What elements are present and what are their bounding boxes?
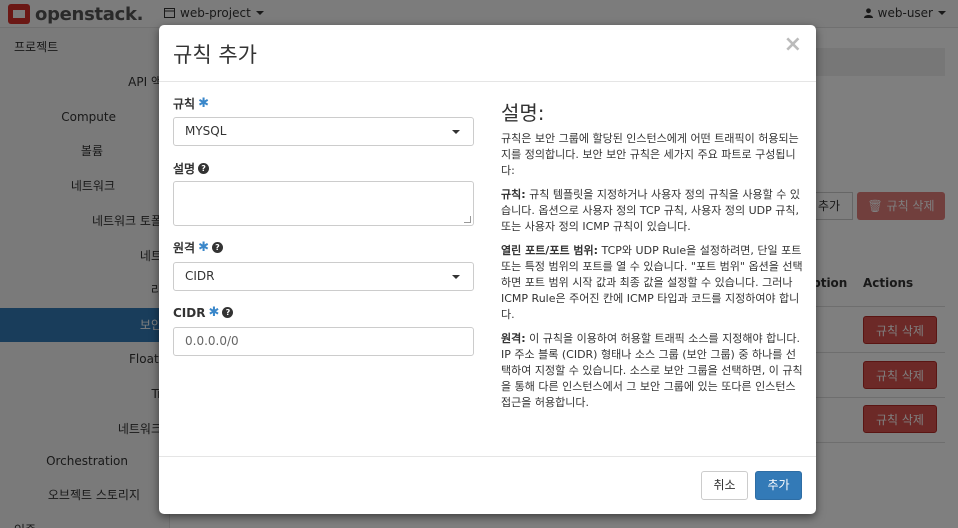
rule-select[interactable]: MYSQL xyxy=(173,117,474,146)
help-panel: 설명: 규칙은 보안 그룹에 할당된 인스턴스에게 어떤 트래픽이 허용되는지를… xyxy=(501,101,804,419)
remote-select[interactable]: CIDR xyxy=(173,262,474,291)
help-icon[interactable]: ? xyxy=(222,307,234,318)
help-icon[interactable]: ? xyxy=(198,163,210,174)
cidr-label-text: CIDR xyxy=(173,305,206,320)
close-icon[interactable]: × xyxy=(784,34,802,56)
help-rule-paragraph: 규칙: 규칙 템플릿을 지정하거나 사용자 정의 규칙을 사용할 수 있습니다.… xyxy=(501,187,804,235)
rule-select-value: MYSQL xyxy=(185,124,227,138)
help-port-heading: 열린 포트/포트 범위: xyxy=(501,244,599,257)
remote-label-text: 원격 xyxy=(173,241,196,255)
modal-footer: 취소 추가 xyxy=(159,456,816,514)
chevron-down-icon xyxy=(452,130,460,134)
required-asterisk-icon: ✱ xyxy=(208,305,220,320)
add-rule-modal: 규칙 추가 × 규칙 ✱ MYSQL 설명 ? 원격 ✱ ? CIDR CIDR… xyxy=(159,25,816,514)
modal-title: 규칙 추가 xyxy=(173,43,257,67)
add-button[interactable]: 추가 xyxy=(755,471,802,500)
help-intro: 규칙은 보안 그룹에 할당된 인스턴스에게 어떤 트래픽이 허용되는지를 정의합… xyxy=(501,132,799,177)
required-asterisk-icon: ✱ xyxy=(198,240,209,255)
help-rule-text: 규칙 템플릿을 지정하거나 사용자 정의 규칙을 사용할 수 있습니다. 옵션으… xyxy=(501,188,800,233)
help-remote-paragraph: 원격: 이 규칙을 이용하여 허용할 트래픽 소스를 지정해야 합니다. IP … xyxy=(501,331,804,411)
remote-label: 원격 ✱ ? xyxy=(173,239,223,256)
help-icon[interactable]: ? xyxy=(212,242,223,253)
help-remote-text: 이 규칙을 이용하여 허용할 트래픽 소스를 지정해야 합니다. IP 주소 블… xyxy=(501,332,803,409)
rule-label-text: 규칙 xyxy=(173,97,196,111)
required-asterisk-icon: ✱ xyxy=(198,96,209,111)
help-title: 설명: xyxy=(501,101,545,125)
description-label: 설명 ? xyxy=(173,160,210,177)
help-remote-heading: 원격: xyxy=(501,332,526,345)
cancel-button[interactable]: 취소 xyxy=(701,471,748,500)
description-textarea[interactable] xyxy=(173,181,474,226)
chevron-down-icon xyxy=(452,275,460,279)
cidr-input[interactable]: 0.0.0.0/0 xyxy=(173,327,474,356)
description-label-text: 설명 xyxy=(173,162,196,176)
modal-header: 규칙 추가 × xyxy=(159,25,816,82)
remote-select-value: CIDR xyxy=(185,269,215,283)
help-rule-heading: 규칙: xyxy=(501,188,526,201)
rule-label: 규칙 ✱ xyxy=(173,95,209,112)
cidr-label: CIDR ✱ ? xyxy=(173,305,234,320)
help-port-paragraph: 열린 포트/포트 범위: TCP와 UDP Rule을 설정하려면, 단일 포트… xyxy=(501,243,804,323)
